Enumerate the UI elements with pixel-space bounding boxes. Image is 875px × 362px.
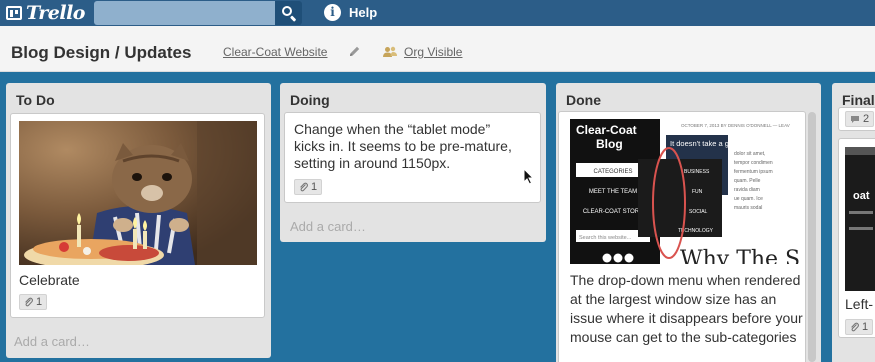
organization-link[interactable]: Clear-Coat Website <box>223 45 327 59</box>
list-title[interactable]: To Do <box>16 92 55 108</box>
top-header: Trello i Help <box>0 0 875 26</box>
attachment-count: 1 <box>862 321 869 333</box>
card-title: The drop-down menu when rendered at the … <box>570 272 803 345</box>
svg-text:dolor sit amet,: dolor sit amet, <box>734 151 765 157</box>
board-title[interactable]: Blog Design / Updates <box>11 43 191 63</box>
svg-text:CATEGORIES: CATEGORIES <box>594 169 633 175</box>
list-to-do: To Do Celebrate 1 Add a card… <box>6 83 271 358</box>
pencil-icon[interactable] <box>348 45 361 58</box>
svg-text:Clear-Coat: Clear-Coat <box>576 123 637 137</box>
help-button[interactable]: i Help <box>324 4 377 21</box>
comment-badge: 2 <box>845 111 875 127</box>
svg-text:SOCIAL: SOCIAL <box>689 209 708 215</box>
attachment-badge: 1 <box>19 294 48 310</box>
visibility-link[interactable]: Org Visible <box>404 45 462 59</box>
members-icon <box>383 46 397 57</box>
svg-text:Blog: Blog <box>596 137 623 151</box>
card-title: Left- <box>845 296 874 312</box>
paperclip-icon <box>851 322 859 332</box>
card-comments[interactable]: 2 <box>838 107 875 131</box>
svg-text:BUSINESS: BUSINESS <box>684 169 710 175</box>
trello-board-icon <box>6 6 22 20</box>
svg-text:Search this website...: Search this website... <box>579 235 632 241</box>
comment-icon <box>851 115 859 123</box>
info-icon: i <box>324 4 341 21</box>
list-title[interactable]: Done <box>566 92 601 108</box>
help-label: Help <box>349 5 378 20</box>
search-button[interactable] <box>275 1 302 25</box>
list-title[interactable]: Doing <box>290 92 330 108</box>
svg-text:FUN: FUN <box>692 189 703 195</box>
list-title[interactable]: Final <box>842 92 875 108</box>
cat-birthday-photo <box>19 121 257 265</box>
attachment-count: 1 <box>36 296 43 308</box>
add-card-button[interactable]: Add a card… <box>14 334 90 349</box>
card-celebrate[interactable]: Celebrate 1 <box>10 113 265 318</box>
svg-text:tempor condimen: tempor condimen <box>734 160 773 166</box>
svg-text:Why The S: Why The S <box>680 247 800 264</box>
list-doing: Doing Change when the “tablet mode” kick… <box>280 83 546 242</box>
search-input[interactable] <box>94 1 275 25</box>
blog-screenshot: Clear-Coat Blog CATEGORIES MEET THE TEAM… <box>570 119 805 264</box>
svg-text:It doesn't take a genius.: It doesn't take a genius. <box>670 139 749 148</box>
paperclip-icon <box>300 182 308 192</box>
svg-text:MEET THE TEAM: MEET THE TEAM <box>589 189 637 195</box>
svg-text:fermentum ipsum: fermentum ipsum <box>734 169 773 175</box>
attachment-badge: 1 <box>294 179 323 195</box>
svg-text:oat: oat <box>853 190 870 202</box>
list-done: Done Clear-Coat Blog CATEGORIES MEET THE… <box>556 83 821 362</box>
svg-text:CLEAR-COAT STORE: CLEAR-COAT STORE <box>583 209 643 215</box>
svg-text:ue quam. Ice: ue quam. Ice <box>734 196 763 202</box>
logo-text: Trello <box>26 2 85 24</box>
list-scrollbar[interactable] <box>808 112 816 362</box>
mouse-cursor-icon <box>523 168 534 185</box>
trello-logo[interactable]: Trello <box>6 2 85 24</box>
card-dropdown-issue[interactable]: Clear-Coat Blog CATEGORIES MEET THE TEAM… <box>558 111 806 362</box>
svg-text:ravida diam: ravida diam <box>734 187 760 193</box>
search-icon <box>282 6 292 16</box>
paperclip-icon <box>25 297 33 307</box>
card-left[interactable]: oat Left- 1 <box>838 138 875 338</box>
add-card-button[interactable]: Add a card… <box>290 219 366 234</box>
svg-text:quam. Pelle: quam. Pelle <box>734 178 761 184</box>
card-title: Change when the “tablet mode” kicks in. … <box>294 121 512 171</box>
comment-count: 2 <box>863 113 870 125</box>
list-final: Final 2 oat Left- 1 <box>832 83 875 362</box>
attachment-count: 1 <box>311 181 318 193</box>
card-tablet-mode[interactable]: Change when the “tablet mode” kicks in. … <box>284 112 541 203</box>
board-header: Blog Design / Updates Clear-Coat Website… <box>0 26 875 72</box>
card-title: Celebrate <box>19 272 80 288</box>
attachment-badge: 1 <box>845 319 874 335</box>
svg-text:OCTOBER 7, 2013 BY DENNIS O'DO: OCTOBER 7, 2013 BY DENNIS O'DONNELL — LE… <box>681 123 790 128</box>
card-thumbnail: oat <box>845 147 875 291</box>
svg-text:mauris sodal: mauris sodal <box>734 205 762 211</box>
